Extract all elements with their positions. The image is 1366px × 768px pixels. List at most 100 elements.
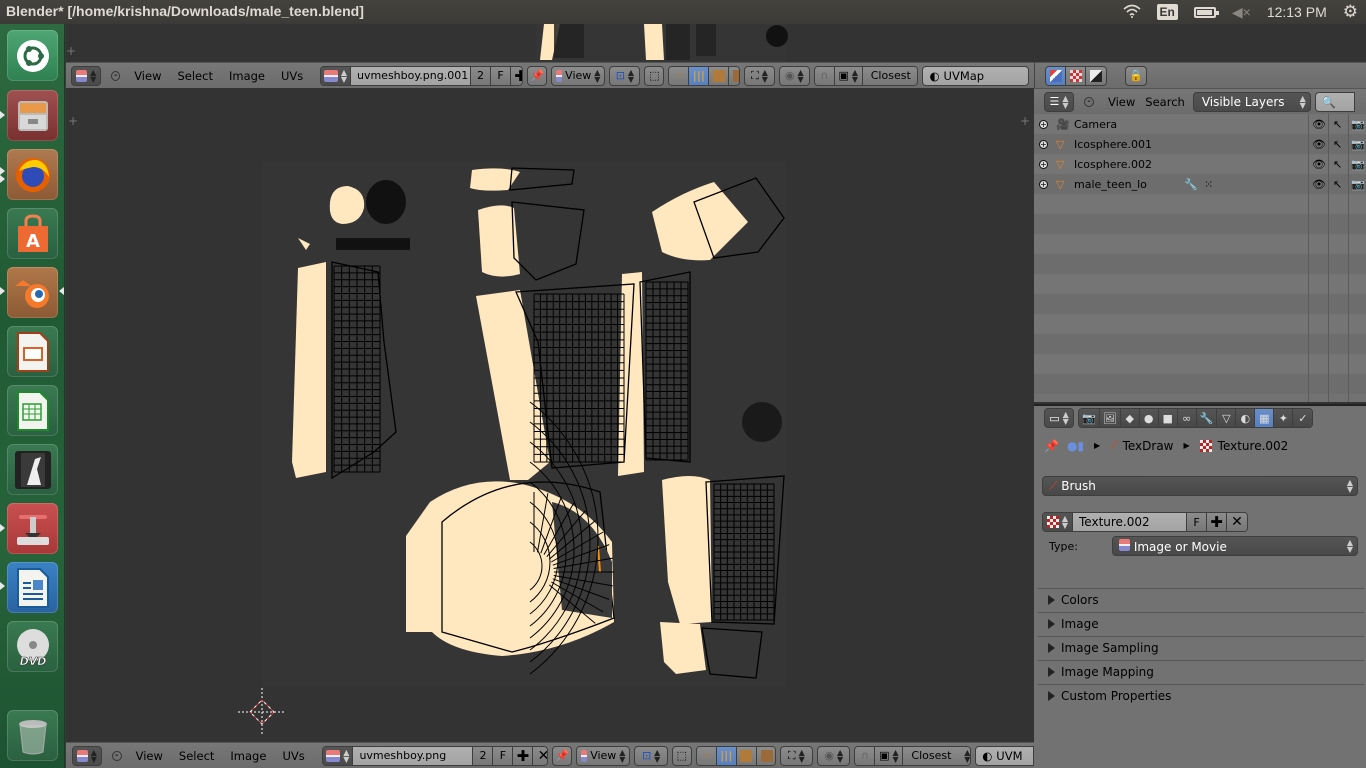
object-name[interactable]: Icosphere.002: [1074, 158, 1152, 171]
menu-select[interactable]: Select: [179, 749, 214, 763]
region-toggle-plus[interactable]: +: [68, 114, 78, 128]
outliner-row[interactable]: + ▽ male_teen_lo 👁 ↖ 📷 🔧 ⁙: [1034, 174, 1366, 194]
panel-custom-properties[interactable]: Custom Properties: [1038, 684, 1364, 706]
wrench-modifier-icon[interactable]: 🔧: [1184, 178, 1198, 191]
launcher-update-installer[interactable]: [7, 503, 58, 554]
launcher-libreoffice-impress[interactable]: [7, 326, 58, 377]
launcher-libreoffice-writer[interactable]: [7, 562, 58, 613]
snap-toggle-button[interactable]: ∩: [855, 746, 876, 765]
expand-icon[interactable]: +: [1039, 159, 1048, 169]
outliner-editor-type-selector[interactable]: ☰ ▲ ▼: [1044, 91, 1074, 112]
tab-world[interactable]: ●: [1139, 409, 1159, 427]
menu-view[interactable]: View: [134, 69, 161, 83]
render-camera-icon[interactable]: 📷: [1351, 118, 1365, 131]
panel-colors[interactable]: Colors: [1038, 588, 1364, 610]
menu-image[interactable]: Image: [229, 69, 265, 83]
image-browse-button[interactable]: ▲ ▼: [320, 66, 351, 85]
region-toggle-plus[interactable]: +: [1020, 114, 1030, 128]
display-mode-dropdown[interactable]: Visible Layers ▲ ▼: [1192, 91, 1311, 112]
2d-cursor[interactable]: [238, 688, 286, 736]
pin-icon[interactable]: 📌: [1044, 439, 1059, 453]
tab-scene[interactable]: ◆: [1120, 409, 1140, 427]
object-name[interactable]: Camera: [1074, 118, 1117, 131]
menu-view[interactable]: View: [136, 749, 163, 763]
proportional-edit-dropdown[interactable]: ◉ ▲ ▼: [778, 65, 810, 86]
edge-select-mode[interactable]: |||: [689, 66, 710, 85]
sync-selection-button[interactable]: ⬚: [671, 745, 692, 766]
collapse-menu-icon[interactable]: -: [111, 70, 121, 81]
island-select-mode[interactable]: [729, 66, 739, 85]
new-image-button[interactable]: ✚: [510, 66, 523, 85]
outliner-menu-search[interactable]: Search: [1145, 95, 1185, 109]
tab-particles[interactable]: ✦: [1274, 409, 1294, 427]
view-mode-dropdown[interactable]: View ▲ ▼: [576, 745, 631, 766]
tab-modifiers[interactable]: 🔧: [1196, 409, 1218, 427]
launcher-firefox[interactable]: [7, 149, 58, 200]
image-users-count[interactable]: 2: [470, 66, 491, 85]
tab-texture[interactable]: ▦: [1255, 409, 1275, 427]
lock-button[interactable]: 🔒: [1125, 65, 1147, 86]
vertex-groups-icon[interactable]: ⁙: [1204, 178, 1213, 191]
expand-icon[interactable]: +: [1039, 139, 1048, 149]
object-name[interactable]: male_teen_lo: [1074, 178, 1147, 191]
expand-icon[interactable]: +: [1039, 119, 1048, 129]
display-color-alpha-button[interactable]: [1046, 66, 1066, 85]
new-image-button[interactable]: ✚: [513, 746, 534, 765]
face-select-mode[interactable]: [709, 66, 730, 85]
expand-icon[interactable]: +: [1039, 179, 1048, 189]
pivot-point-dropdown[interactable]: ⊡ ▲ ▼: [609, 65, 641, 86]
display-alpha-button[interactable]: [1066, 66, 1086, 85]
tab-render-layers[interactable]: 🖼: [1099, 409, 1121, 427]
panel-image-mapping[interactable]: Image Mapping: [1038, 660, 1364, 682]
image-browse-button[interactable]: ▲ ▼: [323, 746, 354, 765]
selectability-cursor-icon[interactable]: ↖: [1333, 178, 1342, 191]
menu-image[interactable]: Image: [230, 749, 266, 763]
uv-map-selector[interactable]: ◐ UVM: [975, 745, 1034, 766]
breadcrumb-brush[interactable]: TexDraw: [1123, 439, 1174, 453]
clock[interactable]: 12:13 PM: [1267, 4, 1327, 20]
view-mode-dropdown[interactable]: View ▲ ▼: [551, 65, 606, 86]
wifi-icon[interactable]: [1122, 4, 1141, 21]
image-name-field[interactable]: uvmeshboy.png: [353, 746, 474, 765]
volume-muted-icon[interactable]: ◀×: [1232, 4, 1251, 21]
vertex-select-mode[interactable]: ⁙: [696, 746, 717, 765]
tab-physics[interactable]: ✓: [1293, 409, 1313, 427]
launcher-files[interactable]: [7, 90, 58, 141]
tab-render[interactable]: 📷: [1079, 409, 1100, 427]
snap-toggle-button[interactable]: ∩: [814, 66, 835, 85]
upper-image-editor-area[interactable]: +: [66, 24, 1033, 62]
outliner-search-field[interactable]: 🔍: [1314, 91, 1355, 112]
launcher-blender[interactable]: [7, 267, 58, 318]
selectability-cursor-icon[interactable]: ↖: [1333, 158, 1342, 171]
island-select-mode[interactable]: [756, 746, 775, 765]
properties-editor-type-selector[interactable]: ▭ ▲ ▼: [1044, 408, 1074, 428]
collapse-menu-icon[interactable]: -: [111, 750, 122, 761]
keyboard-layout-indicator[interactable]: En: [1156, 4, 1178, 20]
texture-name-field[interactable]: Texture.002: [1073, 513, 1187, 531]
launcher-software-center[interactable]: A: [7, 208, 58, 259]
launcher-video-editor[interactable]: [7, 444, 58, 495]
visibility-eye-icon[interactable]: 👁: [1312, 158, 1326, 171]
face-select-mode[interactable]: [736, 746, 757, 765]
render-camera-icon[interactable]: 📷: [1351, 158, 1365, 171]
pin-image-button[interactable]: 📌: [527, 65, 548, 86]
menu-uvs[interactable]: UVs: [282, 749, 304, 763]
fake-user-button[interactable]: F: [493, 746, 514, 765]
menu-uvs[interactable]: UVs: [281, 69, 303, 83]
render-camera-icon[interactable]: 📷: [1351, 178, 1365, 191]
tab-object[interactable]: ■: [1158, 409, 1178, 427]
editor-type-selector[interactable]: ▲ ▼: [71, 745, 102, 766]
breadcrumb-texture[interactable]: Texture.002: [1218, 439, 1289, 453]
image-users-count[interactable]: 2: [473, 746, 494, 765]
snap-element-dropdown[interactable]: ▣ ▲ ▼: [834, 66, 863, 85]
launcher-ubuntu-dash[interactable]: [7, 30, 58, 81]
texture-type-dropdown[interactable]: Image or Movie ▲ ▼: [1112, 536, 1358, 556]
sticky-selection-dropdown[interactable]: ⛶ ▲ ▼: [779, 745, 814, 766]
launcher-dvd[interactable]: DVD: [7, 621, 58, 672]
launcher-libreoffice-calc[interactable]: [7, 385, 58, 436]
outliner-row[interactable]: + ▽ Icosphere.002 👁 ↖ 📷: [1034, 154, 1366, 174]
outliner-menu-view[interactable]: View: [1108, 95, 1135, 109]
new-texture-button[interactable]: ✚: [1207, 513, 1227, 531]
texture-browse-button[interactable]: ▲ ▼: [1043, 513, 1073, 531]
image-name-field[interactable]: uvmeshboy.png.001: [350, 66, 471, 85]
